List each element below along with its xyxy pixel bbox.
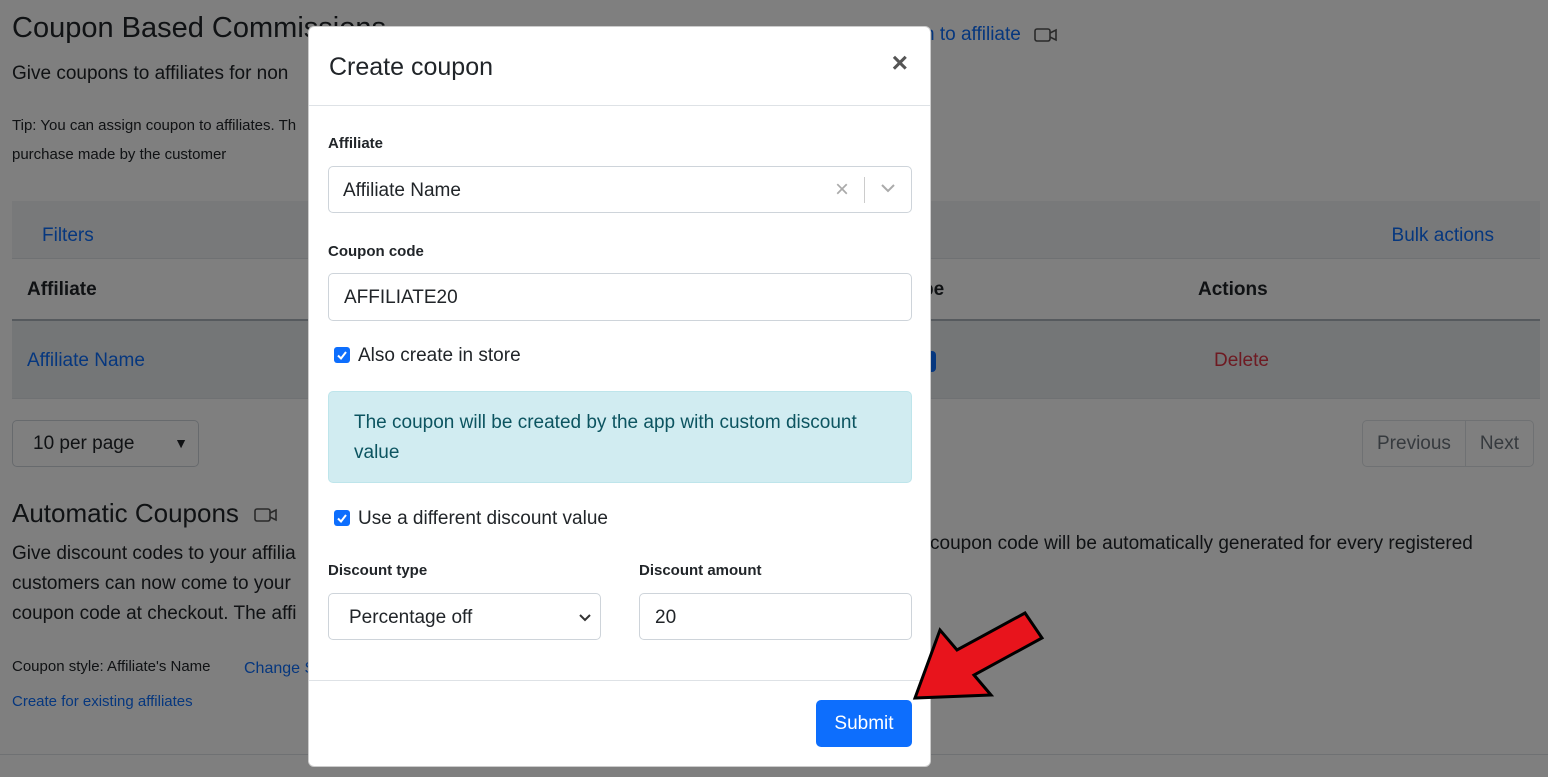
coupon-code-value: AFFILIATE20 — [344, 287, 458, 308]
chevron-down-icon[interactable] — [879, 179, 897, 197]
affiliate-select-value: Affiliate Name — [343, 180, 461, 201]
modal-title: Create coupon — [329, 53, 494, 81]
affiliate-select[interactable]: Affiliate Name × — [328, 166, 912, 213]
checkmark-icon — [337, 351, 347, 361]
discount-type-select[interactable]: Percentage off — [328, 593, 601, 640]
modal-header: Create coupon × — [309, 27, 930, 106]
discount-type-label: Discount type — [328, 562, 428, 579]
select-separator — [864, 177, 865, 203]
affiliate-label: Affiliate — [328, 135, 384, 152]
also-create-label[interactable]: Also create in store — [358, 345, 521, 367]
info-alert: The coupon will be created by the app wi… — [328, 391, 912, 483]
different-discount-label[interactable]: Use a different discount value — [358, 508, 608, 530]
clear-icon[interactable]: × — [835, 176, 849, 204]
discount-amount-value: 20 — [655, 607, 677, 628]
discount-amount-label: Discount amount — [639, 562, 762, 579]
discount-type-value: Percentage off — [349, 607, 473, 628]
different-discount-checkbox[interactable] — [334, 510, 350, 526]
submit-button[interactable]: Submit — [816, 700, 912, 747]
also-create-checkbox[interactable] — [334, 347, 350, 363]
red-arrow-pointer-icon — [912, 611, 1045, 700]
coupon-code-input[interactable]: AFFILIATE20 — [328, 273, 912, 321]
coupon-code-label: Coupon code — [328, 243, 424, 260]
create-coupon-modal: Create coupon × Affiliate Affiliate Name… — [308, 26, 931, 767]
discount-amount-input[interactable]: 20 — [639, 593, 912, 640]
close-icon[interactable]: × — [892, 49, 908, 77]
modal-footer-divider — [309, 680, 930, 681]
chevron-down-icon — [579, 614, 591, 622]
checkmark-icon — [337, 514, 347, 524]
